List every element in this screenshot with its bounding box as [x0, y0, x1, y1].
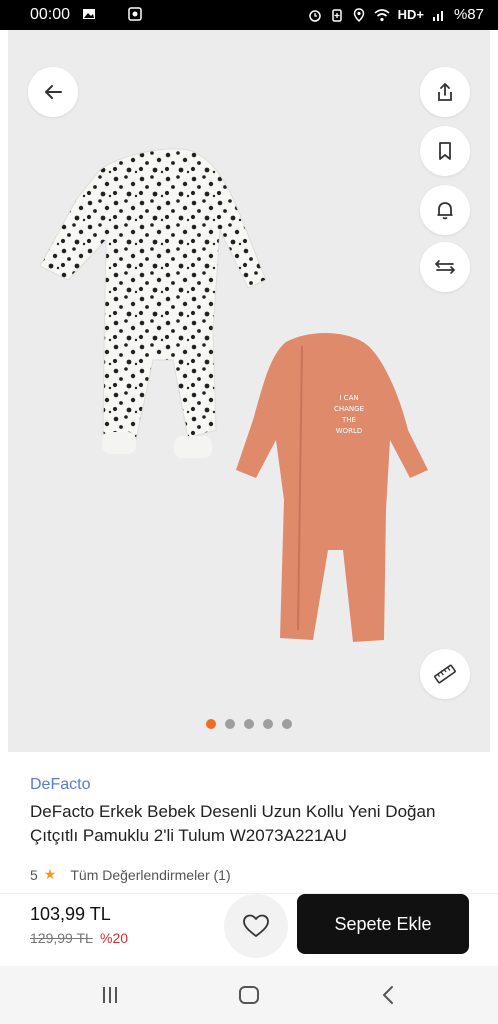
add-to-cart-button[interactable]: Sepete Ekle	[297, 894, 469, 954]
old-price: 129,99 TL	[30, 930, 93, 946]
wifi-icon	[374, 8, 390, 21]
patterned-romper	[39, 148, 267, 458]
recent-apps-icon[interactable]	[99, 984, 121, 1006]
back-arrow-icon	[45, 85, 62, 99]
current-price: 103,99 TL	[30, 904, 111, 924]
orange-romper	[236, 333, 428, 642]
alarm-icon	[308, 9, 321, 22]
heart-icon	[243, 914, 269, 937]
status-time: 00:00	[30, 6, 71, 23]
battery-saver-icon	[331, 8, 342, 22]
discount-badge: %20	[100, 930, 129, 946]
gallery-dot-2[interactable]	[225, 719, 235, 729]
compare-arrows-icon	[434, 260, 456, 274]
gallery-dot-4[interactable]	[263, 719, 273, 729]
share-button[interactable]	[420, 67, 470, 117]
favorite-button[interactable]	[224, 894, 288, 958]
rating-value: 5	[30, 866, 38, 883]
location-icon	[353, 7, 364, 22]
bookmark-button[interactable]	[420, 126, 470, 176]
gallery-dot-3[interactable]	[244, 719, 254, 729]
gallery-icon	[83, 9, 95, 19]
product-image: I CAN CHANGE THE WORLD	[39, 148, 428, 642]
home-icon[interactable]	[238, 984, 260, 1006]
rating-row[interactable]: 5 ★ Tüm Değerlendirmeler (1)	[30, 866, 231, 883]
status-bar: 00:00 HD+ %87	[0, 0, 498, 30]
size-ruler-icon	[434, 664, 456, 684]
star-icon: ★	[43, 866, 57, 882]
compare-button[interactable]	[420, 242, 470, 292]
bookmark-icon	[439, 142, 451, 160]
print-line-3: THE	[341, 416, 356, 424]
network-type: HD+	[397, 7, 424, 22]
product-image-gallery[interactable]: I CAN CHANGE THE WORLD	[8, 30, 490, 752]
system-nav-bar	[0, 966, 498, 1024]
price-alert-button[interactable]	[420, 185, 470, 235]
print-line-4: WORLD	[336, 427, 363, 435]
bell-icon	[437, 202, 453, 220]
product-title: DeFacto Erkek Bebek Desenli Uzun Kollu Y…	[30, 802, 436, 845]
back-button[interactable]	[28, 67, 78, 117]
print-line-2: CHANGE	[334, 405, 364, 413]
size-guide-button[interactable]	[420, 649, 470, 699]
share-icon	[438, 82, 452, 101]
gallery-pagination	[8, 719, 490, 729]
back-icon[interactable]	[378, 984, 400, 1006]
print-line-1: I CAN	[339, 394, 358, 402]
signal-icon	[432, 10, 443, 21]
reviews-link[interactable]: Tüm Değerlendirmeler (1)	[70, 867, 230, 883]
brand-link[interactable]: DeFacto	[30, 776, 90, 794]
gallery-dot-1[interactable]	[206, 719, 216, 729]
gallery-dot-5[interactable]	[282, 719, 292, 729]
screen-record-icon	[128, 7, 142, 21]
battery-level: %87	[453, 6, 484, 23]
